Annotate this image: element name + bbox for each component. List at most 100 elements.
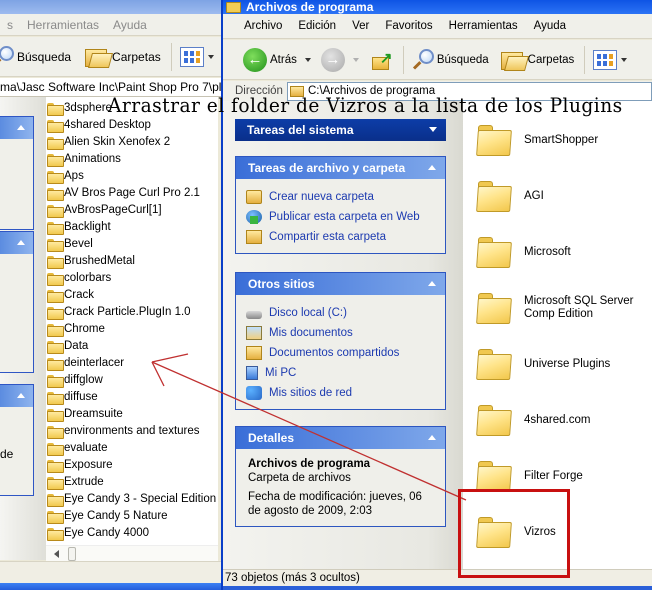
publish-web-link[interactable]: Publicar esta carpeta en Web: [246, 207, 445, 227]
folders-icon: [85, 47, 109, 67]
folders-button[interactable]: Carpetas: [500, 50, 574, 70]
left-toolbar: Búsqueda Carpetas: [0, 37, 222, 77]
menu-ver[interactable]: Ver: [343, 20, 376, 32]
chevron-up-icon[interactable]: [428, 281, 436, 286]
chevron-down-icon[interactable]: [304, 57, 311, 65]
menu-bar: Archivo Edición Ver Favoritos Herramient…: [223, 14, 652, 39]
folder-icon: [46, 391, 64, 405]
folder-icon: [46, 102, 64, 116]
details-modified: Fecha de modificación: jueves, 06 de ago…: [248, 491, 422, 517]
menu-edicion[interactable]: Edición: [289, 20, 343, 32]
scroll-thumb[interactable]: [68, 547, 76, 561]
left-menu-item-herramientas[interactable]: Herramientas: [20, 18, 106, 32]
plugin-folder-item[interactable]: diffglow: [46, 371, 218, 388]
new-folder-icon: [246, 190, 262, 204]
folder-item[interactable]: 4shared.com: [463, 392, 652, 448]
folder-icon: [46, 493, 64, 507]
plugin-folder-item[interactable]: Backlight: [46, 218, 218, 235]
search-button[interactable]: Búsqueda: [412, 48, 489, 71]
other-places-header[interactable]: Otros sitios: [236, 273, 445, 295]
plugin-folder-item[interactable]: 4shared Desktop: [46, 116, 218, 133]
title-bar[interactable]: Archivos de programa: [223, 0, 652, 14]
plugin-folder-item[interactable]: Animations: [46, 150, 218, 167]
plugin-folder-item[interactable]: deinterlacer: [46, 354, 218, 371]
task-pane: Tareas del sistema Tareas de archivo y c…: [223, 101, 463, 569]
folder-icon: [46, 272, 64, 286]
chevron-down-icon[interactable]: [429, 127, 437, 132]
plugin-folder-item[interactable]: diffuse: [46, 388, 218, 405]
scroll-left-icon[interactable]: [54, 550, 59, 558]
up-folder-button[interactable]: ↗: [371, 49, 393, 71]
plugin-folder-item[interactable]: environments and textures: [46, 422, 218, 439]
left-task-box: [0, 231, 34, 373]
my-documents-link[interactable]: Mis documentos: [246, 323, 445, 343]
left-views-button[interactable]: [179, 46, 214, 67]
toolbar-separator: [584, 45, 586, 74]
plugin-folder-item[interactable]: AvBrosPageCurl[1]: [46, 201, 218, 218]
plugin-folder-item[interactable]: Eye Candy 4000: [46, 524, 218, 541]
menu-ayuda[interactable]: Ayuda: [525, 20, 573, 32]
left-title-bar[interactable]: [0, 0, 222, 14]
menu-favoritos[interactable]: Favoritos: [376, 20, 439, 32]
back-button[interactable]: ← Atrás: [243, 47, 311, 72]
folder-icon: [476, 235, 513, 269]
folder-icon: [476, 459, 513, 493]
chevron-down-icon: [207, 54, 214, 62]
other-places-box: Otros sitios Disco local (C:) Mis docume…: [235, 272, 446, 410]
plugin-folder-item[interactable]: Dreamsuite: [46, 405, 218, 422]
forward-button[interactable]: →: [320, 47, 359, 72]
network-places-link[interactable]: Mis sitios de red: [246, 383, 445, 403]
plugin-folder-item[interactable]: Chrome: [46, 320, 218, 337]
folder-icon: [46, 442, 64, 456]
details-header[interactable]: Detalles: [236, 427, 445, 449]
plugin-folder-item[interactable]: Exposure: [46, 456, 218, 473]
folder-item[interactable]: Universe Plugins: [463, 336, 652, 392]
left-menu-item-ayuda[interactable]: Ayuda: [106, 18, 154, 32]
folder-item[interactable]: Microsoft SQL Server Comp Edition: [463, 280, 652, 336]
plugin-folder-item[interactable]: Crack Particle.PlugIn 1.0: [46, 303, 218, 320]
plugin-folder-item[interactable]: BrushedMetal: [46, 252, 218, 269]
horizontal-scrollbar[interactable]: [46, 545, 218, 561]
left-task-box-header[interactable]: [0, 117, 33, 139]
plugin-folder-item[interactable]: Eye Candy 5 Nature: [46, 507, 218, 524]
left-menu-item[interactable]: s: [0, 18, 20, 32]
folder-item[interactable]: Microsoft: [463, 224, 652, 280]
search-icon: [0, 45, 14, 68]
folder-icon: [476, 123, 513, 157]
left-task-box-header[interactable]: [0, 232, 33, 254]
chevron-down-icon[interactable]: [352, 57, 359, 65]
views-icon: [179, 46, 204, 67]
plugin-folder-item[interactable]: Aps: [46, 167, 218, 184]
plugin-folder-item[interactable]: Crack: [46, 286, 218, 303]
left-search-button[interactable]: Búsqueda: [0, 45, 71, 68]
menu-herramientas[interactable]: Herramientas: [440, 20, 525, 32]
chevron-up-icon[interactable]: [428, 165, 436, 170]
plugin-folder-item[interactable]: AV Bros Page Curl Pro 2.1: [46, 184, 218, 201]
plugin-folder-item[interactable]: Extrude: [46, 473, 218, 490]
create-folder-link[interactable]: Crear nueva carpeta: [246, 187, 445, 207]
views-button[interactable]: [593, 49, 628, 70]
folder-icon: [46, 221, 64, 235]
window-bottom-border: [223, 586, 652, 590]
disk-drive-icon: [246, 311, 262, 319]
folder-icon: [46, 119, 64, 133]
share-folder-link[interactable]: Compartir esta carpeta: [246, 227, 445, 247]
plugin-folder-item[interactable]: Bevel: [46, 235, 218, 252]
chevron-up-icon[interactable]: [428, 435, 436, 440]
plugin-folder-item[interactable]: Alien Skin Xenofex 2: [46, 133, 218, 150]
my-computer-link[interactable]: Mi PC: [246, 363, 445, 383]
shared-documents-link[interactable]: Documentos compartidos: [246, 343, 445, 363]
folder-item[interactable]: SmartShopper: [463, 112, 652, 168]
plugin-folder-item[interactable]: colorbars: [46, 269, 218, 286]
menu-archivo[interactable]: Archivo: [235, 20, 289, 32]
left-folders-button[interactable]: Carpetas: [85, 47, 161, 67]
local-disk-link[interactable]: Disco local (C:): [246, 303, 445, 323]
folder-item[interactable]: AGI: [463, 168, 652, 224]
system-tasks-header[interactable]: Tareas del sistema: [235, 119, 446, 141]
plugin-folder-item[interactable]: Data: [46, 337, 218, 354]
plugin-folder-item[interactable]: evaluate: [46, 439, 218, 456]
left-task-box-header[interactable]: [0, 385, 33, 407]
window-title: Archivos de programa: [246, 0, 374, 14]
plugin-folder-item[interactable]: Eye Candy 3 - Special Edition: [46, 490, 218, 507]
file-tasks-header[interactable]: Tareas de archivo y carpeta: [236, 157, 445, 179]
